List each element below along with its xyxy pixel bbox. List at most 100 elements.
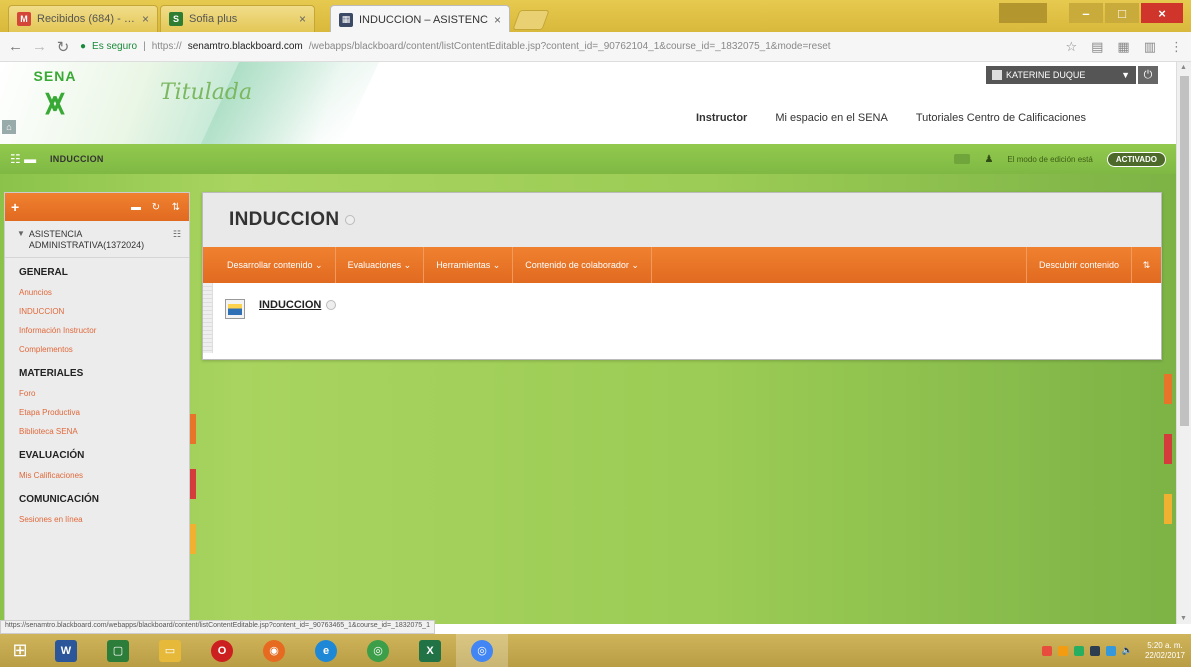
- avatar: [992, 70, 1002, 80]
- desarrollar-contenido-menu[interactable]: Desarrollar contenido ⌄: [215, 247, 336, 283]
- tab-close-icon[interactable]: ×: [142, 12, 149, 26]
- content-list: INDUCCION: [203, 283, 1161, 359]
- menu-link-informacion-instructor[interactable]: Información Instructor: [5, 321, 189, 340]
- refresh-icon[interactable]: ↻: [149, 202, 163, 213]
- scroll-down-icon[interactable]: ▼: [1180, 615, 1187, 622]
- minimize-icon[interactable]: –: [1069, 3, 1103, 23]
- scrollbar-thumb[interactable]: [1180, 76, 1189, 426]
- site-header: SENA ⩙ Titulada ⌂ KATERINE DUQUE ▼ ⏻ Ins…: [0, 62, 1176, 144]
- course-menu-toolbar: + ▬ ↻ ⇅: [5, 193, 189, 221]
- user-menu-button[interactable]: KATERINE DUQUE ▼: [986, 66, 1136, 84]
- evaluaciones-menu[interactable]: Evaluaciones ⌄: [336, 247, 425, 283]
- taskbar-app[interactable]: ◎: [456, 634, 508, 667]
- extension-icon[interactable]: ▦: [1117, 39, 1129, 55]
- tray-icon[interactable]: [1057, 645, 1068, 656]
- taskbar-app[interactable]: W: [40, 634, 92, 667]
- windows-start-icon[interactable]: ⊞: [0, 634, 40, 667]
- taskbar-app[interactable]: ▭: [144, 634, 196, 667]
- window-controls: – □ ×: [999, 3, 1183, 23]
- speaker-icon[interactable]: 🔈: [1122, 645, 1133, 656]
- contenido-colaborador-menu[interactable]: Contenido de colaborador ⌄: [513, 247, 652, 283]
- network-icon[interactable]: [1105, 645, 1116, 656]
- action-label: Herramientas: [436, 260, 491, 270]
- maximize-icon[interactable]: □: [1105, 3, 1139, 23]
- logout-icon[interactable]: ⏻: [1138, 66, 1158, 84]
- menu-link-induccion[interactable]: INDUCCION: [5, 302, 189, 321]
- menu-link-complementos[interactable]: Complementos: [5, 340, 189, 359]
- discover-content-button[interactable]: Descubrir contenido: [1025, 247, 1131, 283]
- clock-time: 5:20 a. m.: [1147, 640, 1183, 650]
- menu-link-sesiones[interactable]: Sesiones en línea: [5, 510, 189, 529]
- decor-stripe: [1164, 494, 1172, 524]
- person-icon[interactable]: ♟: [984, 154, 993, 165]
- nav-tab-instructor[interactable]: Instructor: [696, 112, 747, 124]
- tray-icon[interactable]: [1073, 645, 1084, 656]
- url-host: senamtro.blackboard.com: [187, 41, 303, 52]
- collapse-icon[interactable]: ▼: [17, 229, 25, 251]
- sena-mark-icon: ⩙: [45, 84, 65, 122]
- tray-icon[interactable]: [1089, 645, 1100, 656]
- taskbar-app[interactable]: ◎: [352, 634, 404, 667]
- chevron-down-icon[interactable]: [326, 300, 337, 310]
- content-item-title: INDUCCION: [259, 299, 322, 311]
- url-field[interactable]: ● Es seguro | https:// senamtro.blackboar…: [80, 36, 1055, 58]
- browser-tab-blackboard[interactable]: ▦ INDUCCION – ASISTENC ×: [330, 5, 510, 33]
- taskbar-app[interactable]: ▢: [92, 634, 144, 667]
- forward-icon[interactable]: →: [32, 38, 47, 55]
- chevron-down-icon[interactable]: [345, 215, 356, 225]
- menu-icon[interactable]: ⋮: [1170, 39, 1183, 55]
- window-icon: ▢: [107, 639, 129, 662]
- back-icon[interactable]: ←: [8, 38, 23, 55]
- tab-close-icon[interactable]: ×: [494, 13, 501, 27]
- nav-tab-mi-espacio[interactable]: Mi espacio en el SENA: [775, 112, 888, 124]
- nav-tab-tutoriales[interactable]: Tutoriales Centro de Calificaciones: [916, 112, 1086, 124]
- page-scrollbar[interactable]: ▲ ▼: [1176, 62, 1191, 624]
- chevron-down-icon: ▼: [1121, 70, 1130, 80]
- new-tab-button[interactable]: [512, 10, 550, 30]
- tab-label: Recibidos (684) - lduqu: [37, 13, 136, 25]
- browser-tab-gmail[interactable]: M Recibidos (684) - lduqu ×: [8, 5, 158, 32]
- breadcrumb-bar: ☷ ▬ INDUCCION ♟ El modo de edición está …: [0, 144, 1176, 174]
- course-menu-toggle-icon[interactable]: ☷ ▬: [10, 152, 50, 166]
- add-menu-item-icon[interactable]: +: [11, 199, 31, 215]
- close-window-icon[interactable]: ×: [1141, 3, 1183, 23]
- content-item-link[interactable]: INDUCCION: [259, 299, 337, 311]
- menu-link-biblioteca[interactable]: Biblioteca SENA: [5, 422, 189, 441]
- menu-link-etapa-productiva[interactable]: Etapa Productiva: [5, 403, 189, 422]
- reorder-icon[interactable]: ⇅: [169, 202, 183, 213]
- address-bar: ← → ↻ ● Es seguro | https:// senamtro.bla…: [0, 32, 1191, 62]
- taskbar-app[interactable]: X: [404, 634, 456, 667]
- firefox-icon: ◉: [263, 639, 285, 662]
- herramientas-menu[interactable]: Herramientas ⌄: [424, 247, 514, 283]
- menu-link-foro[interactable]: Foro: [5, 384, 189, 403]
- course-options-icon[interactable]: ☷: [173, 229, 181, 251]
- reload-icon[interactable]: ↻: [56, 38, 70, 56]
- menu-link-anuncios[interactable]: Anuncios: [5, 283, 189, 302]
- taskbar-app[interactable]: O: [196, 634, 248, 667]
- taskbar-app[interactable]: e: [300, 634, 352, 667]
- reorder-icon[interactable]: ⇅: [1131, 247, 1161, 283]
- folder-view-icon[interactable]: ▬: [129, 202, 143, 213]
- star-icon[interactable]: ☆: [1065, 39, 1077, 55]
- taskbar-clock[interactable]: 5:20 a. m. 22/02/2017: [1145, 641, 1185, 661]
- edit-mode-toggle[interactable]: ACTIVADO: [1106, 151, 1166, 167]
- browser-tab-sofia[interactable]: S Sofia plus ×: [160, 5, 315, 32]
- user-menu[interactable]: KATERINE DUQUE ▼ ⏻: [986, 66, 1158, 84]
- scroll-up-icon[interactable]: ▲: [1180, 64, 1187, 71]
- sena-logo[interactable]: SENA ⩙: [20, 68, 90, 134]
- drag-handle[interactable]: [203, 283, 213, 353]
- extension-icon[interactable]: ▥: [1144, 39, 1156, 55]
- menu-section-comunicacion: COMUNICACIÓN: [19, 494, 99, 505]
- help-icon[interactable]: [954, 154, 971, 164]
- tray-icon[interactable]: [1041, 645, 1052, 656]
- browser-user-button[interactable]: [999, 3, 1047, 23]
- decor-stripe: [1164, 374, 1172, 404]
- content-item-icon: [225, 299, 245, 319]
- top-navigation: Instructor Mi espacio en el SENA Tutoria…: [696, 112, 1086, 124]
- menu-link-mis-calificaciones[interactable]: Mis Calificaciones: [5, 466, 189, 485]
- home-icon[interactable]: ⌂: [2, 120, 16, 134]
- tab-close-icon[interactable]: ×: [299, 12, 306, 26]
- taskbar-app[interactable]: ◉: [248, 634, 300, 667]
- extension-icon[interactable]: ▤: [1091, 39, 1103, 55]
- course-title-row[interactable]: ▼ ASISTENCIA ADMINISTRATIVA(1372024) ☷: [5, 221, 189, 258]
